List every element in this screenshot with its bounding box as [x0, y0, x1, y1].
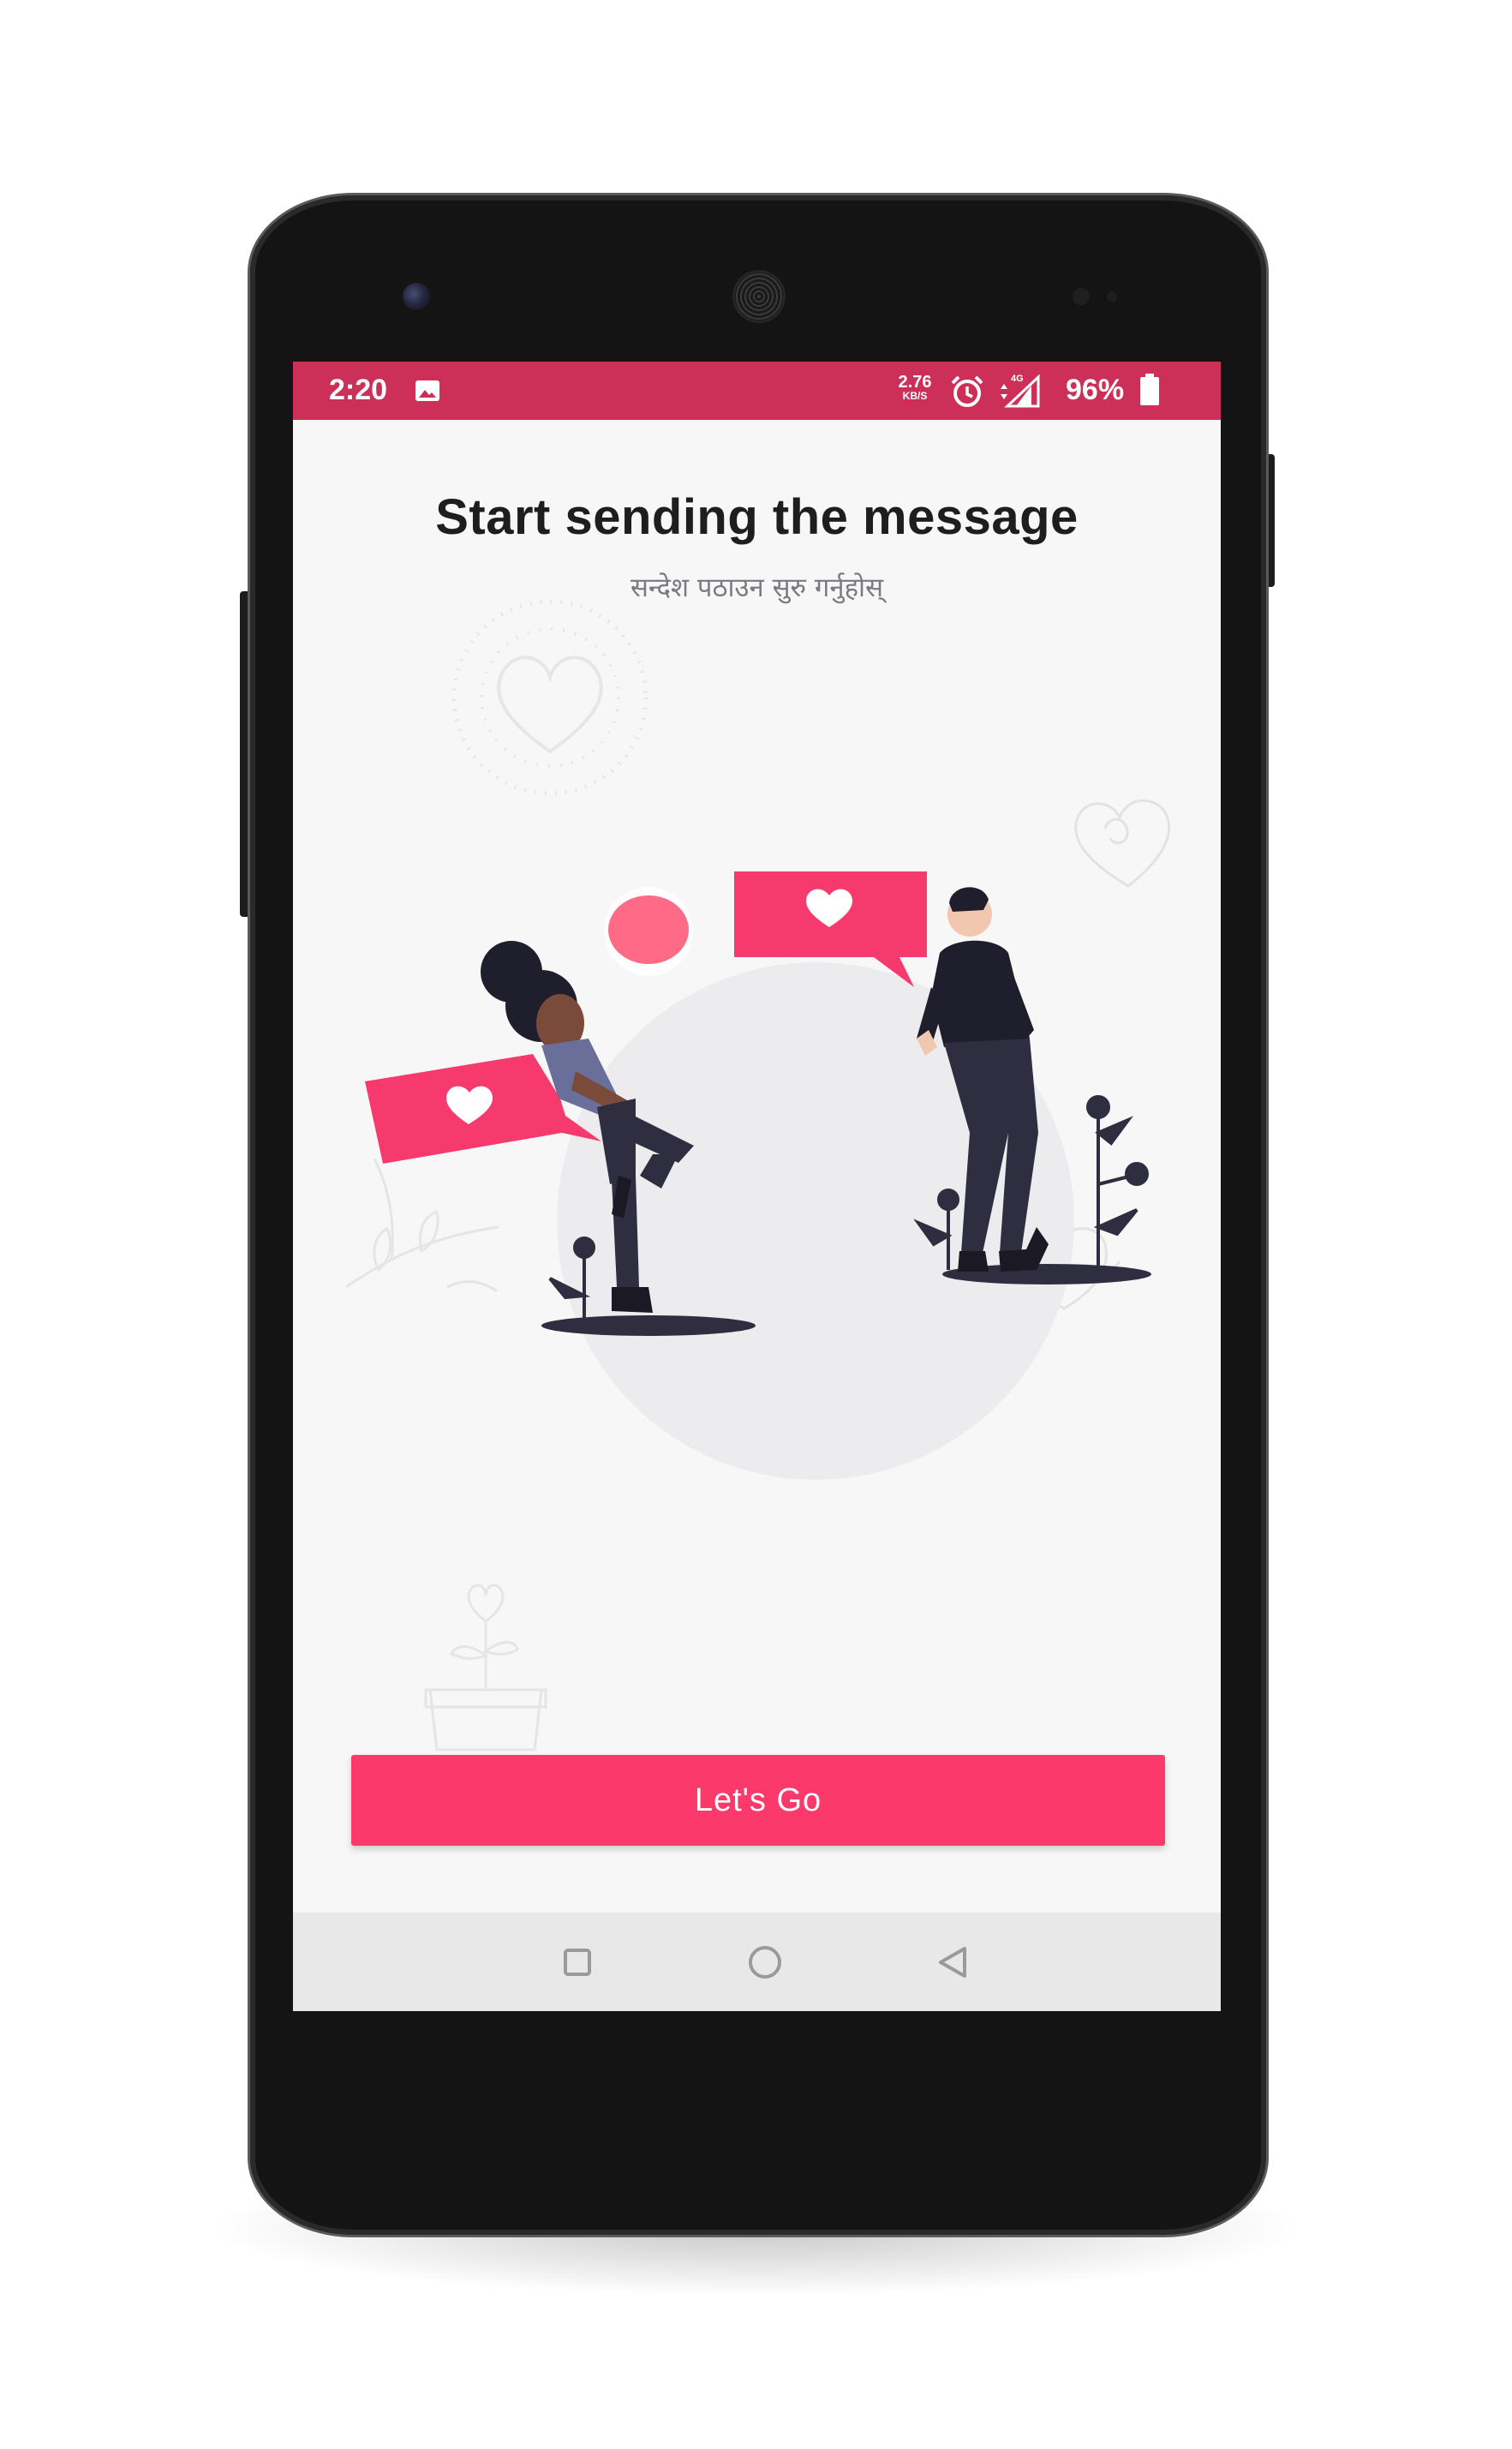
home-icon[interactable] — [739, 1937, 791, 1988]
page-title: Start sending the message — [435, 489, 1079, 545]
net-speed-value: 2.76 — [898, 373, 932, 392]
page-subtitle: सन्देश पठाउन सुरु गर्नुहोस् — [630, 572, 884, 603]
plant-pot-doodle — [424, 1584, 547, 1751]
light-sensor — [1107, 291, 1117, 302]
dotted-heart-doodle — [451, 599, 648, 796]
recents-icon[interactable] — [552, 1937, 603, 1988]
signal-icon: 4G — [1001, 374, 1040, 408]
front-camera — [403, 283, 430, 310]
small-pink-bubble — [604, 887, 693, 976]
battery-icon — [1140, 374, 1159, 405]
alarm-icon — [951, 375, 983, 407]
net-speed: 2.76 KB/S — [893, 374, 937, 401]
status-bar: 2:20 2.76 KB/S 4G 96% — [293, 362, 1221, 420]
system-nav-bar — [293, 1913, 1221, 2011]
back-icon[interactable] — [929, 1937, 980, 1988]
net-speed-unit: KB/S — [902, 390, 928, 402]
screen: 2:20 2.76 KB/S 4G 96% Start sending the … — [293, 362, 1221, 2011]
proximity-sensor — [1073, 288, 1090, 305]
swirl-heart-doodle — [1074, 799, 1171, 888]
woman-ground — [541, 1315, 756, 1336]
status-time: 2:20 — [329, 374, 388, 406]
network-type-label: 4G — [1011, 374, 1024, 384]
battery-percent: 96% — [1066, 374, 1125, 406]
lets-go-button[interactable]: Let's Go — [351, 1755, 1165, 1846]
earpiece-speaker — [735, 272, 783, 320]
image-icon — [415, 380, 439, 401]
leaf-branch-doodle — [345, 1158, 499, 1293]
